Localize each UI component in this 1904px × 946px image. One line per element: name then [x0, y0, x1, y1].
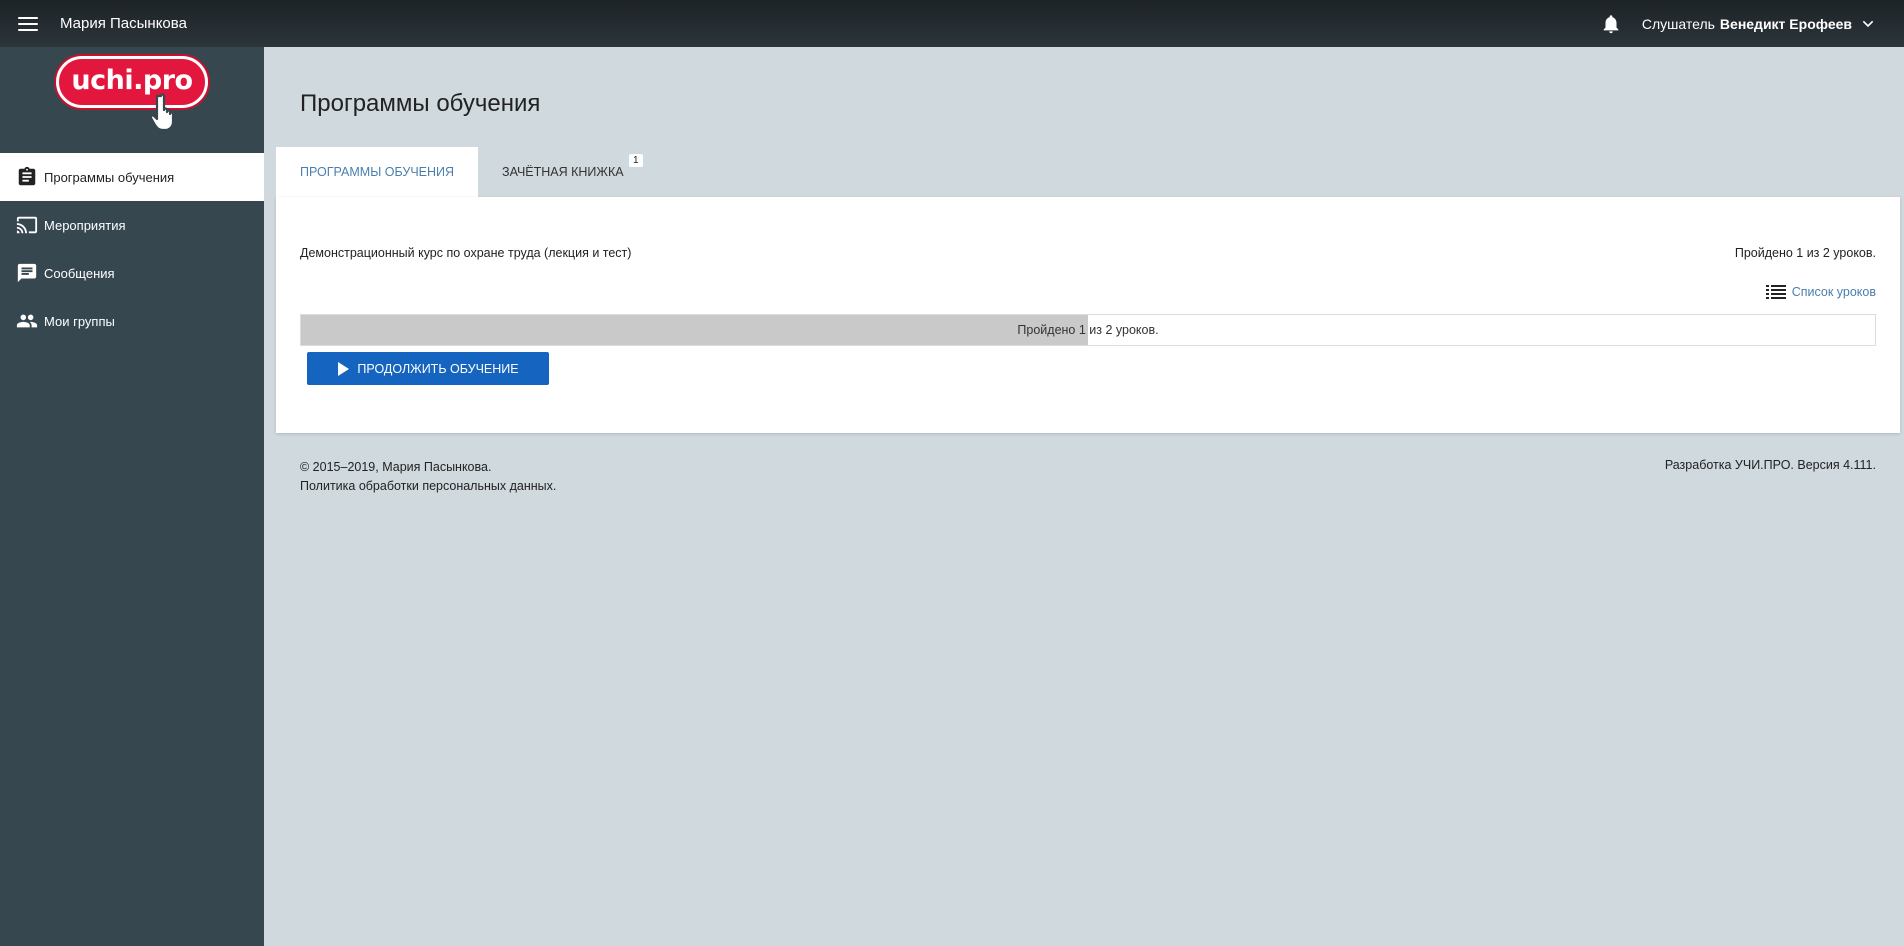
sidebar-item-label: Мои группы: [44, 313, 115, 329]
tab-programs[interactable]: Программы обучения: [276, 147, 479, 197]
copyright-text: © 2015–2019, Мария Пасынкова.: [300, 460, 492, 474]
developer-credit: Разработка УЧИ.ПРО. Версия 4.111.: [1664, 458, 1876, 472]
list-icon: [1765, 285, 1786, 299]
top-bar: Мария Пасынкова Слушатель Венедикт Ерофе…: [0, 0, 1904, 47]
sidebar-item-groups[interactable]: Мои группы: [0, 297, 264, 345]
page-title: Программы обучения: [300, 90, 541, 117]
course-panel: Демонстрационный курс по охране труда (л…: [276, 197, 1900, 433]
sidebar-item-label: Мероприятия: [44, 217, 126, 233]
sidebar-item-label: Программы обучения: [44, 169, 175, 185]
tab-label: Зачётная книжка: [502, 165, 624, 179]
lessons-list-link[interactable]: Список уроков: [1765, 285, 1876, 299]
continue-learning-button[interactable]: Продолжить обучение: [307, 352, 549, 385]
tab-record-book[interactable]: Зачётная книжка 1: [478, 147, 648, 197]
progress-label: Пройдено 1 из 2 уроков.: [1017, 323, 1159, 337]
bell-icon[interactable]: [1600, 13, 1622, 35]
sidebar: uchi.pro Программы обучения Мероприятия …: [0, 47, 264, 946]
user-name[interactable]: Венедикт Ерофеев: [1720, 16, 1852, 32]
hamburger-menu-icon[interactable]: [18, 16, 38, 31]
cast-icon: [16, 216, 38, 234]
user-role: Слушатель: [1641, 15, 1715, 32]
sidebar-item-messages[interactable]: Сообщения: [0, 249, 264, 297]
sidebar-item-events[interactable]: Мероприятия: [0, 201, 264, 249]
continue-button-label: Продолжить обучение: [357, 361, 519, 376]
sidebar-item-programs[interactable]: Программы обучения: [0, 153, 264, 201]
progress-summary: Пройдено 1 из 2 уроков.: [1734, 246, 1876, 260]
logo-text: uchi.pro: [71, 64, 193, 96]
chevron-down-icon[interactable]: [1860, 16, 1876, 32]
tab-label: Программы обучения: [300, 165, 455, 179]
tab-bar: Программы обучения Зачётная книжка 1: [276, 147, 648, 197]
privacy-policy-link[interactable]: Политика обработки персональных данных.: [300, 477, 556, 496]
pointer-hand-icon: [152, 93, 175, 132]
sidebar-item-label: Сообщения: [44, 265, 115, 281]
play-icon: [338, 361, 350, 376]
uchi-pro-logo[interactable]: uchi.pro: [56, 56, 208, 132]
lessons-link-label: Список уроков: [1791, 285, 1876, 299]
progress-bar: Пройдено 1 из 2 уроков.: [300, 314, 1876, 346]
clipboard-icon: [18, 166, 36, 186]
message-icon: [17, 263, 37, 283]
footer-left: © 2015–2019, Мария Пасынкова. Политика о…: [300, 458, 556, 496]
course-title: Демонстрационный курс по охране труда (л…: [300, 246, 632, 260]
top-bar-title: Мария Пасынкова: [60, 15, 187, 32]
user-area: Слушатель Венедикт Ерофеев: [1600, 13, 1876, 35]
logo-area: uchi.pro: [0, 47, 264, 153]
count-badge: 1: [629, 154, 643, 167]
people-icon: [16, 314, 38, 328]
